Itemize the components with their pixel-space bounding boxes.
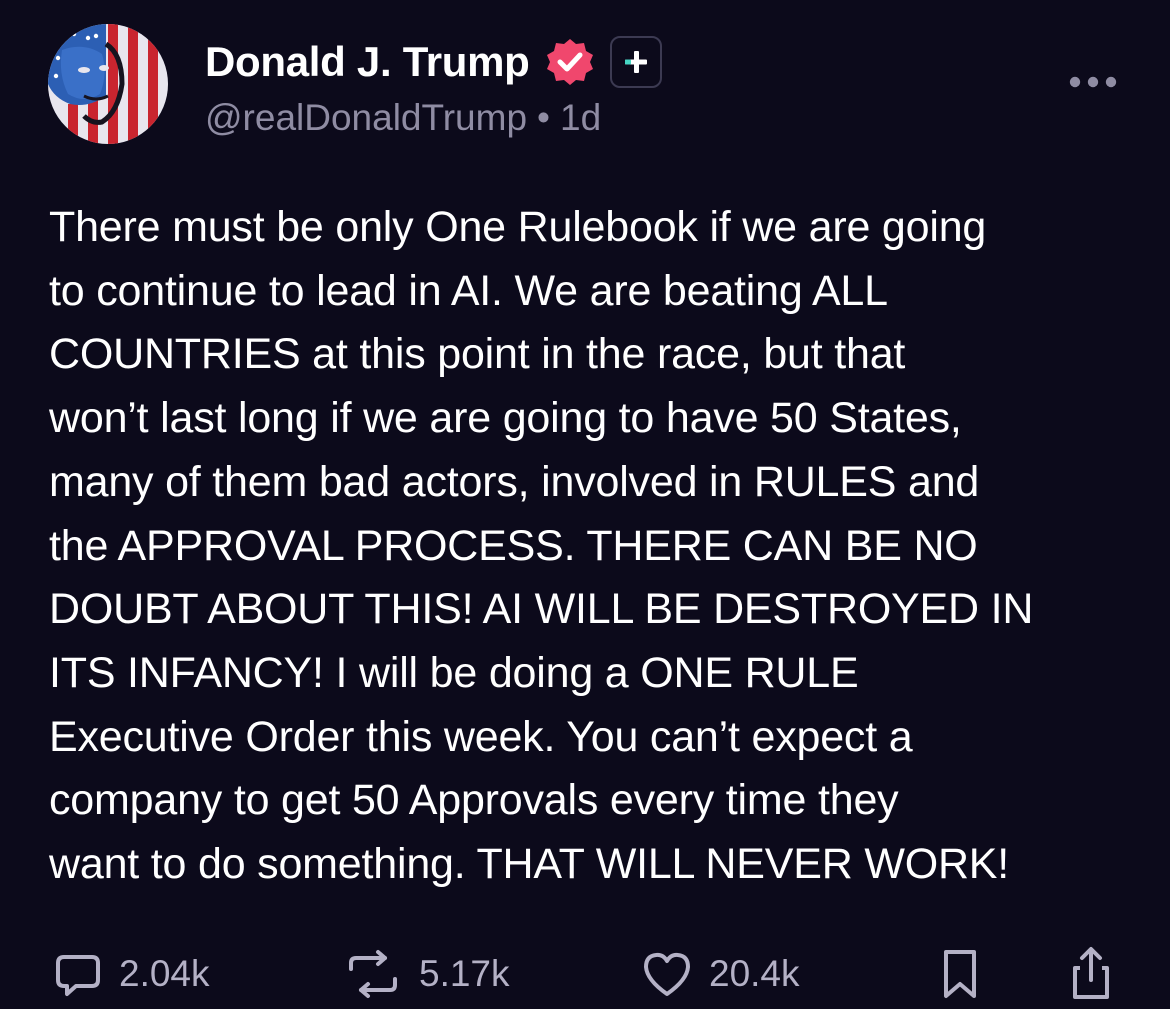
post-line: won’t last long if we are going to have … <box>49 394 962 443</box>
post-line: Executive Order this week. You can’t exp… <box>49 712 913 761</box>
meta-separator: • <box>537 97 551 138</box>
avatar[interactable] <box>48 24 168 144</box>
share-button[interactable] <box>1066 945 1116 1003</box>
post-line: ITS INFANCY! I will be doing a ONE RULE <box>49 648 859 697</box>
author-name-row: Donald J. Trump <box>205 35 662 89</box>
post-line: many of them bad actors, involved in RUL… <box>49 457 980 506</box>
author-handle[interactable]: @realDonaldTrump <box>205 97 527 139</box>
reply-icon <box>53 949 103 999</box>
post-text: There must be only One Rulebook if we ar… <box>49 196 1134 897</box>
post-line: want to do something. THAT WILL NEVER WO… <box>49 840 1010 889</box>
post-line: DOUBT ABOUT THIS! AI WILL BE DESTROYED I… <box>49 585 1034 634</box>
author-meta: @realDonaldTrump • 1d <box>205 95 601 141</box>
bookmark-icon <box>940 947 980 1001</box>
post-line: to continue to lead in AI. We are beatin… <box>49 266 888 315</box>
post-timestamp[interactable]: 1d <box>560 97 601 139</box>
more-options-button[interactable] <box>1068 70 1118 94</box>
verified-badge-icon <box>544 36 596 88</box>
like-count: 20.4k <box>709 953 800 994</box>
post-line: There must be only One Rulebook if we ar… <box>49 203 987 251</box>
post-action-bar: 2.04k 5.17k 20.4k <box>0 945 1170 1003</box>
repost-icon <box>343 949 403 999</box>
repost-button[interactable]: 5.17k <box>343 945 510 1003</box>
ellipsis-icon <box>1069 76 1117 88</box>
plus-badge-icon[interactable] <box>609 36 662 88</box>
heart-icon <box>641 950 693 998</box>
author-display-name[interactable]: Donald J. Trump <box>205 38 530 86</box>
post-line: COUNTRIES at this point in the race, but… <box>49 330 906 379</box>
like-button[interactable]: 20.4k <box>641 945 800 1003</box>
repost-count: 5.17k <box>419 953 510 994</box>
post-line: company to get 50 Approvals every time t… <box>49 776 899 825</box>
reply-button[interactable]: 2.04k <box>53 945 210 1003</box>
reply-count: 2.04k <box>119 953 210 994</box>
share-icon <box>1066 946 1116 1002</box>
bookmark-button[interactable] <box>940 945 980 1003</box>
post-line: the APPROVAL PROCESS. THERE CAN BE NO <box>49 521 978 570</box>
